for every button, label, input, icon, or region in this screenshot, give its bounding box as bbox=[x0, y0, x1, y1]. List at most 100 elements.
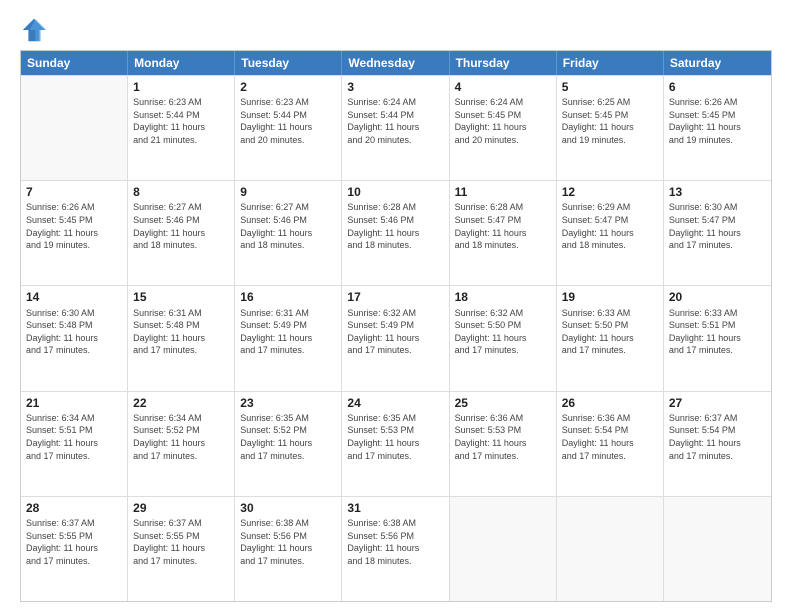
day-info: Sunrise: 6:29 AM Sunset: 5:47 PM Dayligh… bbox=[562, 201, 658, 251]
cal-header-saturday: Saturday bbox=[664, 51, 771, 75]
cal-week-5: 28Sunrise: 6:37 AM Sunset: 5:55 PM Dayli… bbox=[21, 496, 771, 601]
day-info: Sunrise: 6:37 AM Sunset: 5:55 PM Dayligh… bbox=[26, 517, 122, 567]
cal-cell: 7Sunrise: 6:26 AM Sunset: 5:45 PM Daylig… bbox=[21, 181, 128, 285]
day-number: 14 bbox=[26, 289, 122, 305]
cal-header-thursday: Thursday bbox=[450, 51, 557, 75]
day-info: Sunrise: 6:38 AM Sunset: 5:56 PM Dayligh… bbox=[240, 517, 336, 567]
cal-header-friday: Friday bbox=[557, 51, 664, 75]
cal-cell: 1Sunrise: 6:23 AM Sunset: 5:44 PM Daylig… bbox=[128, 76, 235, 180]
day-info: Sunrise: 6:25 AM Sunset: 5:45 PM Dayligh… bbox=[562, 96, 658, 146]
day-info: Sunrise: 6:23 AM Sunset: 5:44 PM Dayligh… bbox=[240, 96, 336, 146]
cal-cell: 22Sunrise: 6:34 AM Sunset: 5:52 PM Dayli… bbox=[128, 392, 235, 496]
day-info: Sunrise: 6:32 AM Sunset: 5:50 PM Dayligh… bbox=[455, 307, 551, 357]
day-info: Sunrise: 6:24 AM Sunset: 5:44 PM Dayligh… bbox=[347, 96, 443, 146]
day-number: 2 bbox=[240, 79, 336, 95]
day-number: 18 bbox=[455, 289, 551, 305]
day-number: 6 bbox=[669, 79, 766, 95]
cal-header-sunday: Sunday bbox=[21, 51, 128, 75]
calendar-header-row: SundayMondayTuesdayWednesdayThursdayFrid… bbox=[21, 51, 771, 75]
cal-cell: 14 Sunrise: 6:30 AM Sunset: 5:48 PM Dayli… bbox=[21, 286, 128, 390]
cal-cell: 19Sunrise: 6:33 AM Sunset: 5:50 PM Dayli… bbox=[557, 286, 664, 390]
day-info: Sunrise: 6:27 AM Sunset: 5:46 PM Dayligh… bbox=[240, 201, 336, 251]
day-info: Sunrise: 6:36 AM Sunset: 5:54 PM Dayligh… bbox=[562, 412, 658, 462]
cal-cell: 20 Sunrise: 6:33 AM Sunset: 5:51 PM Dayli… bbox=[664, 286, 771, 390]
day-info: Sunrise: 6:37 AM Sunset: 5:54 PM Dayligh… bbox=[669, 412, 766, 462]
cal-cell: 23Sunrise: 6:35 AM Sunset: 5:52 PM Dayli… bbox=[235, 392, 342, 496]
day-info: Sunrise: 6:24 AM Sunset: 5:45 PM Dayligh… bbox=[455, 96, 551, 146]
cal-cell: 13Sunrise: 6:30 AM Sunset: 5:47 PM Dayli… bbox=[664, 181, 771, 285]
cal-cell: 26Sunrise: 6:36 AM Sunset: 5:54 PM Dayli… bbox=[557, 392, 664, 496]
day-number: 23 bbox=[240, 395, 336, 411]
cal-cell bbox=[557, 497, 664, 601]
day-info: Sunrise: 6:26 AM Sunset: 5:45 PM Dayligh… bbox=[669, 96, 766, 146]
day-number: 15 bbox=[133, 289, 229, 305]
day-info: Sunrise: 6:34 AM Sunset: 5:51 PM Dayligh… bbox=[26, 412, 122, 462]
header bbox=[20, 16, 772, 44]
cal-cell bbox=[450, 497, 557, 601]
day-info: Sunrise: 6:34 AM Sunset: 5:52 PM Dayligh… bbox=[133, 412, 229, 462]
day-number: 3 bbox=[347, 79, 443, 95]
cal-cell: 31Sunrise: 6:38 AM Sunset: 5:56 PM Dayli… bbox=[342, 497, 449, 601]
day-number: 11 bbox=[455, 184, 551, 200]
day-info: Sunrise: 6:23 AM Sunset: 5:44 PM Dayligh… bbox=[133, 96, 229, 146]
day-number: 30 bbox=[240, 500, 336, 516]
day-number: 31 bbox=[347, 500, 443, 516]
cal-cell: 4Sunrise: 6:24 AM Sunset: 5:45 PM Daylig… bbox=[450, 76, 557, 180]
cal-cell: 5Sunrise: 6:25 AM Sunset: 5:45 PM Daylig… bbox=[557, 76, 664, 180]
day-info: Sunrise: 6:30 AM Sunset: 5:48 PM Dayligh… bbox=[26, 307, 122, 357]
day-number: 22 bbox=[133, 395, 229, 411]
day-info: Sunrise: 6:31 AM Sunset: 5:49 PM Dayligh… bbox=[240, 307, 336, 357]
cal-cell: 25Sunrise: 6:36 AM Sunset: 5:53 PM Dayli… bbox=[450, 392, 557, 496]
logo bbox=[20, 20, 52, 44]
cal-cell: 6Sunrise: 6:26 AM Sunset: 5:45 PM Daylig… bbox=[664, 76, 771, 180]
cal-cell: 3Sunrise: 6:24 AM Sunset: 5:44 PM Daylig… bbox=[342, 76, 449, 180]
cal-cell: 11Sunrise: 6:28 AM Sunset: 5:47 PM Dayli… bbox=[450, 181, 557, 285]
day-number: 21 bbox=[26, 395, 122, 411]
day-number: 28 bbox=[26, 500, 122, 516]
day-number: 20 bbox=[669, 289, 766, 305]
cal-cell: 30Sunrise: 6:38 AM Sunset: 5:56 PM Dayli… bbox=[235, 497, 342, 601]
cal-cell: 10Sunrise: 6:28 AM Sunset: 5:46 PM Dayli… bbox=[342, 181, 449, 285]
day-info: Sunrise: 6:35 AM Sunset: 5:53 PM Dayligh… bbox=[347, 412, 443, 462]
day-info: Sunrise: 6:30 AM Sunset: 5:47 PM Dayligh… bbox=[669, 201, 766, 251]
day-info: Sunrise: 6:38 AM Sunset: 5:56 PM Dayligh… bbox=[347, 517, 443, 567]
day-number: 27 bbox=[669, 395, 766, 411]
cal-week-3: 14 Sunrise: 6:30 AM Sunset: 5:48 PM Dayli… bbox=[21, 285, 771, 390]
cal-week-2: 7Sunrise: 6:26 AM Sunset: 5:45 PM Daylig… bbox=[21, 180, 771, 285]
day-info: Sunrise: 6:35 AM Sunset: 5:52 PM Dayligh… bbox=[240, 412, 336, 462]
day-number: 25 bbox=[455, 395, 551, 411]
cal-cell: 29Sunrise: 6:37 AM Sunset: 5:55 PM Dayli… bbox=[128, 497, 235, 601]
cal-cell: 8Sunrise: 6:27 AM Sunset: 5:46 PM Daylig… bbox=[128, 181, 235, 285]
logo-icon bbox=[20, 16, 48, 44]
day-number: 17 bbox=[347, 289, 443, 305]
cal-cell: 21Sunrise: 6:34 AM Sunset: 5:51 PM Dayli… bbox=[21, 392, 128, 496]
page: SundayMondayTuesdayWednesdayThursdayFrid… bbox=[0, 0, 792, 612]
day-info: Sunrise: 6:33 AM Sunset: 5:50 PM Dayligh… bbox=[562, 307, 658, 357]
cal-header-monday: Monday bbox=[128, 51, 235, 75]
day-number: 8 bbox=[133, 184, 229, 200]
day-number: 16 bbox=[240, 289, 336, 305]
cal-cell: 2Sunrise: 6:23 AM Sunset: 5:44 PM Daylig… bbox=[235, 76, 342, 180]
calendar: SundayMondayTuesdayWednesdayThursdayFrid… bbox=[20, 50, 772, 602]
cal-cell: 17 Sunrise: 6:32 AM Sunset: 5:49 PM Dayli… bbox=[342, 286, 449, 390]
day-number: 29 bbox=[133, 500, 229, 516]
cal-header-tuesday: Tuesday bbox=[235, 51, 342, 75]
day-number: 24 bbox=[347, 395, 443, 411]
day-info: Sunrise: 6:28 AM Sunset: 5:46 PM Dayligh… bbox=[347, 201, 443, 251]
day-info: Sunrise: 6:33 AM Sunset: 5:51 PM Dayligh… bbox=[669, 307, 766, 357]
day-number: 4 bbox=[455, 79, 551, 95]
day-info: Sunrise: 6:32 AM Sunset: 5:49 PM Dayligh… bbox=[347, 307, 443, 357]
day-number: 1 bbox=[133, 79, 229, 95]
day-info: Sunrise: 6:28 AM Sunset: 5:47 PM Dayligh… bbox=[455, 201, 551, 251]
day-number: 12 bbox=[562, 184, 658, 200]
day-info: Sunrise: 6:31 AM Sunset: 5:48 PM Dayligh… bbox=[133, 307, 229, 357]
day-number: 26 bbox=[562, 395, 658, 411]
day-number: 10 bbox=[347, 184, 443, 200]
cal-cell: 18 Sunrise: 6:32 AM Sunset: 5:50 PM Dayli… bbox=[450, 286, 557, 390]
day-number: 7 bbox=[26, 184, 122, 200]
day-number: 9 bbox=[240, 184, 336, 200]
day-info: Sunrise: 6:36 AM Sunset: 5:53 PM Dayligh… bbox=[455, 412, 551, 462]
cal-cell bbox=[664, 497, 771, 601]
cal-week-1: 1Sunrise: 6:23 AM Sunset: 5:44 PM Daylig… bbox=[21, 75, 771, 180]
cal-header-wednesday: Wednesday bbox=[342, 51, 449, 75]
